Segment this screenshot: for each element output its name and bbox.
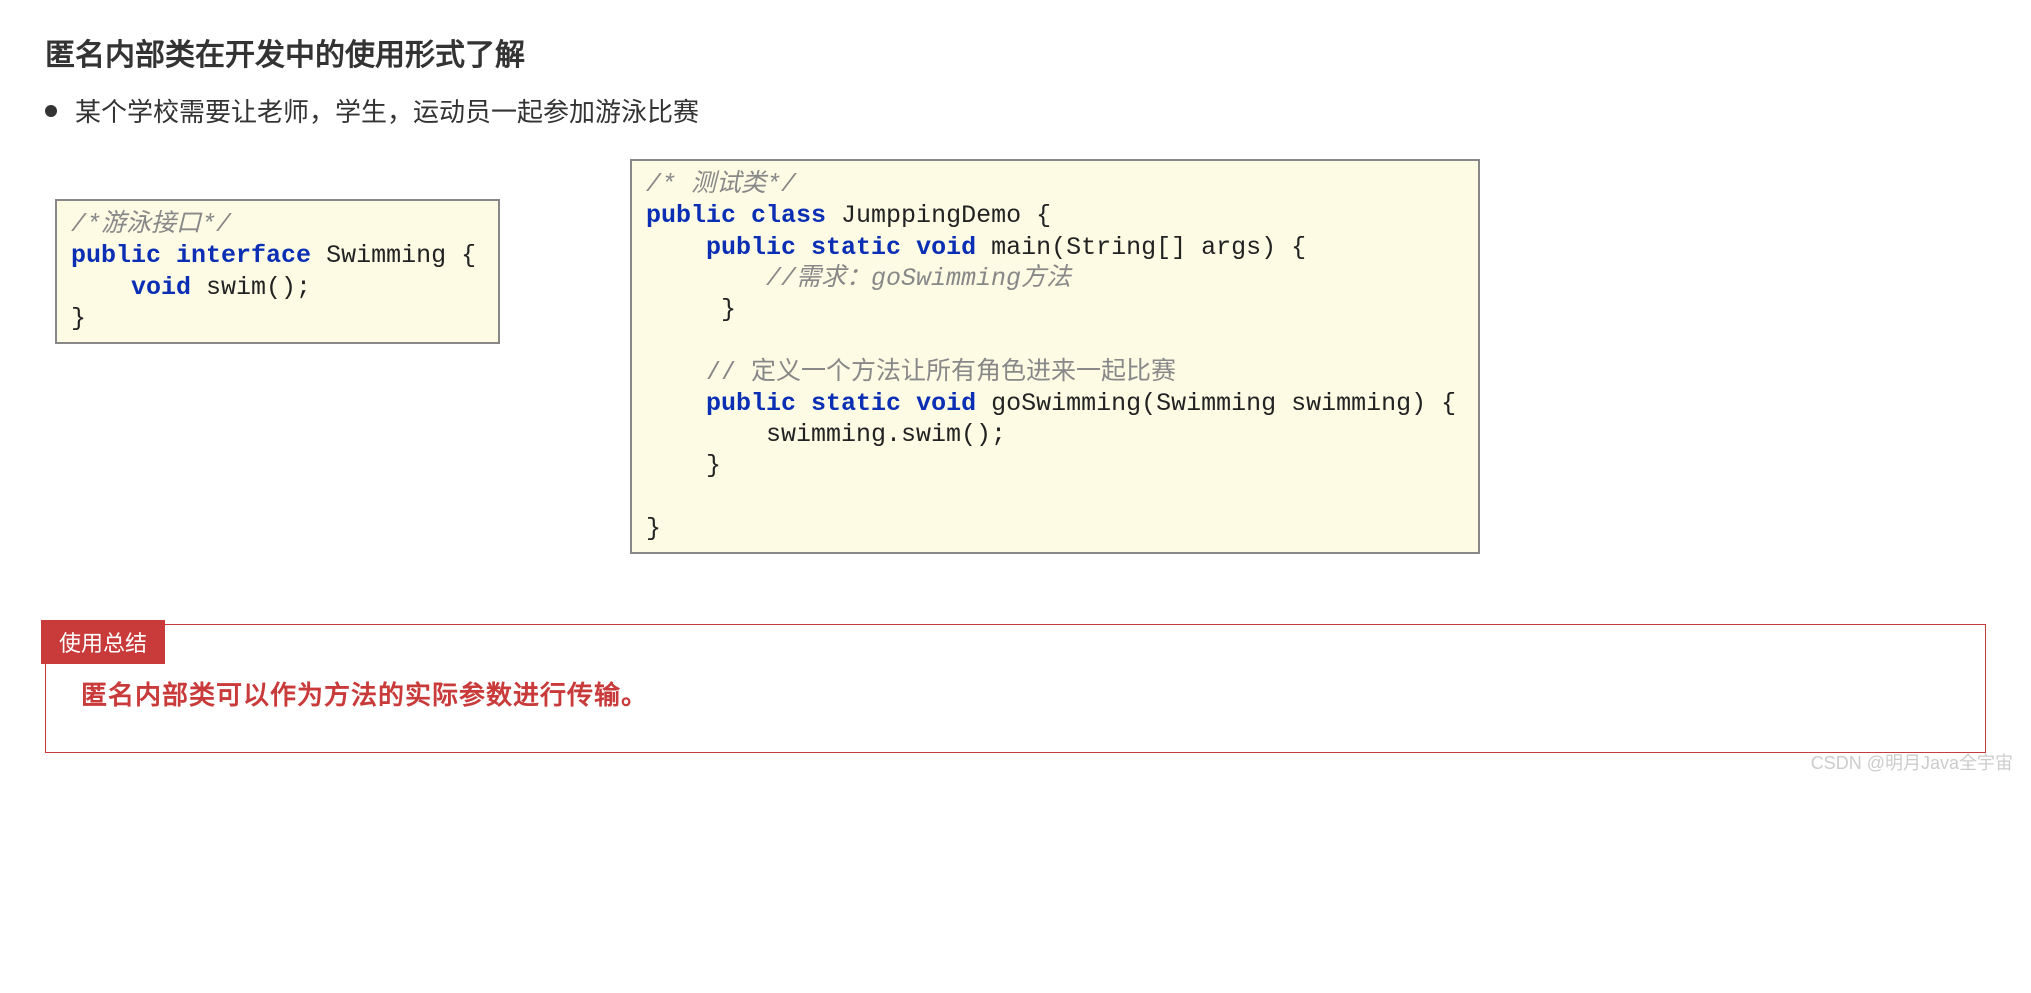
summary-text: 匿名内部类可以作为方法的实际参数进行传输。 xyxy=(81,675,1950,712)
bullet-text: 某个学校需要让老师，学生，运动员一起参加游泳比赛 xyxy=(75,92,699,129)
code-text: } xyxy=(646,295,736,324)
watermark: CSDN @明月Java全宇宙 xyxy=(1811,749,2013,775)
code-text: } xyxy=(646,514,661,543)
code-text: swimming.swim(); xyxy=(646,420,1006,449)
code-text: swim(); xyxy=(191,273,311,302)
keyword: static xyxy=(811,389,901,418)
code-text: JumppingDemo { xyxy=(826,201,1051,230)
bullet-item: 某个学校需要让老师，学生，运动员一起参加游泳比赛 xyxy=(45,92,1986,129)
code-text: Swimming { xyxy=(311,241,476,270)
keyword: void xyxy=(916,233,976,262)
code-text: } xyxy=(646,451,721,480)
summary-box: 使用总结 匿名内部类可以作为方法的实际参数进行传输。 xyxy=(45,624,1986,753)
bullet-dot-icon xyxy=(45,105,57,117)
page-title: 匿名内部类在开发中的使用形式了解 xyxy=(45,30,1986,74)
keyword: class xyxy=(751,201,826,230)
comment: /*游泳接口*/ xyxy=(71,210,231,239)
keyword: public xyxy=(71,241,161,270)
keyword: static xyxy=(811,233,901,262)
code-text: main(String[] args) { xyxy=(976,233,1306,262)
comment: //需求：goSwimming方法 xyxy=(766,264,1071,293)
keyword: public xyxy=(706,233,796,262)
keyword: void xyxy=(916,389,976,418)
keyword: public xyxy=(646,201,736,230)
keyword: interface xyxy=(176,241,311,270)
code-text: goSwimming(Swimming swimming) { xyxy=(976,389,1456,418)
summary-tag: 使用总结 xyxy=(41,620,165,664)
keyword: public xyxy=(706,389,796,418)
keyword: void xyxy=(131,273,191,302)
code-block-interface: /*游泳接口*/ public interface Swimming { voi… xyxy=(55,199,500,344)
code-text: } xyxy=(71,304,86,333)
code-row: /*游泳接口*/ public interface Swimming { voi… xyxy=(55,159,1986,554)
code-block-test: /* 测试类*/ public class JumppingDemo { pub… xyxy=(630,159,1480,554)
comment: // 定义一个方法让所有角色进来一起比赛 xyxy=(646,358,1176,387)
comment: /* 测试类*/ xyxy=(646,170,796,199)
